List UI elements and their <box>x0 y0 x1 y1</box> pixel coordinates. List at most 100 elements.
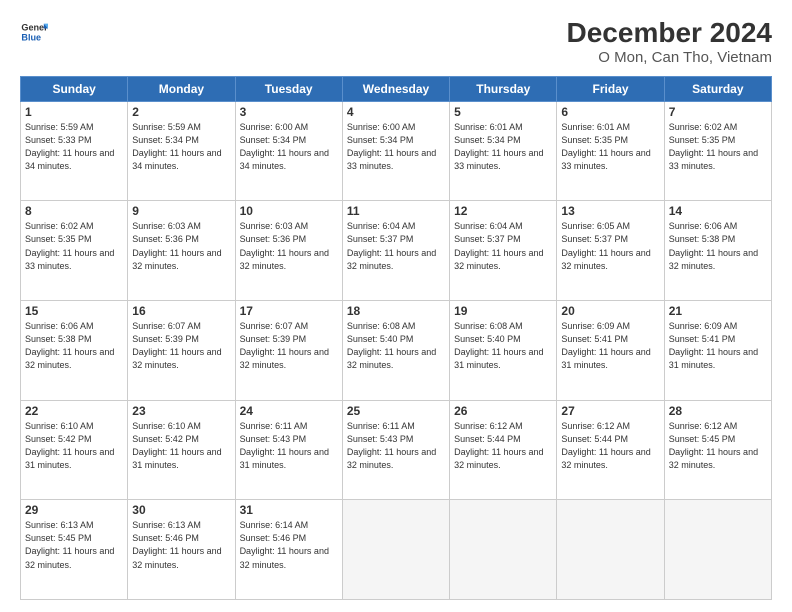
day-cell-30: 30 Sunrise: 6:13 AM Sunset: 5:46 PM Dayl… <box>128 500 235 600</box>
day-number: 8 <box>25 204 123 218</box>
day-cell-26: 26 Sunrise: 6:12 AM Sunset: 5:44 PM Dayl… <box>450 400 557 500</box>
day-cell-24: 24 Sunrise: 6:11 AM Sunset: 5:43 PM Dayl… <box>235 400 342 500</box>
day-info: Sunrise: 6:06 AM Sunset: 5:38 PM Dayligh… <box>669 220 767 272</box>
calendar-week-row: 8 Sunrise: 6:02 AM Sunset: 5:35 PM Dayli… <box>21 201 772 301</box>
day-number: 5 <box>454 105 552 119</box>
day-info: Sunrise: 6:11 AM Sunset: 5:43 PM Dayligh… <box>240 420 338 472</box>
day-cell-12: 12 Sunrise: 6:04 AM Sunset: 5:37 PM Dayl… <box>450 201 557 301</box>
calendar-title: December 2024 <box>567 18 772 49</box>
calendar-week-row: 1 Sunrise: 5:59 AM Sunset: 5:33 PM Dayli… <box>21 101 772 201</box>
day-number: 23 <box>132 404 230 418</box>
day-number: 25 <box>347 404 445 418</box>
logo-icon: General Blue <box>20 18 48 46</box>
day-info: Sunrise: 6:01 AM Sunset: 5:35 PM Dayligh… <box>561 121 659 173</box>
day-info: Sunrise: 6:00 AM Sunset: 5:34 PM Dayligh… <box>240 121 338 173</box>
day-cell-4: 4 Sunrise: 6:00 AM Sunset: 5:34 PM Dayli… <box>342 101 449 201</box>
page: General Blue December 2024 O Mon, Can Th… <box>0 0 792 612</box>
day-number: 22 <box>25 404 123 418</box>
day-number: 13 <box>561 204 659 218</box>
day-info: Sunrise: 6:02 AM Sunset: 5:35 PM Dayligh… <box>25 220 123 272</box>
day-info: Sunrise: 6:01 AM Sunset: 5:34 PM Dayligh… <box>454 121 552 173</box>
day-info: Sunrise: 5:59 AM Sunset: 5:33 PM Dayligh… <box>25 121 123 173</box>
day-number: 6 <box>561 105 659 119</box>
day-cell-21: 21 Sunrise: 6:09 AM Sunset: 5:41 PM Dayl… <box>664 301 771 401</box>
day-cell-2: 2 Sunrise: 5:59 AM Sunset: 5:34 PM Dayli… <box>128 101 235 201</box>
day-info: Sunrise: 6:03 AM Sunset: 5:36 PM Dayligh… <box>240 220 338 272</box>
day-cell-3: 3 Sunrise: 6:00 AM Sunset: 5:34 PM Dayli… <box>235 101 342 201</box>
calendar-week-row: 22 Sunrise: 6:10 AM Sunset: 5:42 PM Dayl… <box>21 400 772 500</box>
day-number: 17 <box>240 304 338 318</box>
day-cell-27: 27 Sunrise: 6:12 AM Sunset: 5:44 PM Dayl… <box>557 400 664 500</box>
day-info: Sunrise: 6:07 AM Sunset: 5:39 PM Dayligh… <box>240 320 338 372</box>
day-cell-22: 22 Sunrise: 6:10 AM Sunset: 5:42 PM Dayl… <box>21 400 128 500</box>
day-number: 21 <box>669 304 767 318</box>
day-info: Sunrise: 6:08 AM Sunset: 5:40 PM Dayligh… <box>347 320 445 372</box>
day-number: 1 <box>25 105 123 119</box>
day-cell-7: 7 Sunrise: 6:02 AM Sunset: 5:35 PM Dayli… <box>664 101 771 201</box>
day-number: 16 <box>132 304 230 318</box>
day-number: 4 <box>347 105 445 119</box>
header-friday: Friday <box>557 76 664 101</box>
day-info: Sunrise: 6:10 AM Sunset: 5:42 PM Dayligh… <box>132 420 230 472</box>
day-number: 2 <box>132 105 230 119</box>
day-number: 3 <box>240 105 338 119</box>
day-number: 31 <box>240 503 338 517</box>
day-number: 28 <box>669 404 767 418</box>
day-cell-10: 10 Sunrise: 6:03 AM Sunset: 5:36 PM Dayl… <box>235 201 342 301</box>
day-cell-17: 17 Sunrise: 6:07 AM Sunset: 5:39 PM Dayl… <box>235 301 342 401</box>
day-cell-31: 31 Sunrise: 6:14 AM Sunset: 5:46 PM Dayl… <box>235 500 342 600</box>
day-info: Sunrise: 6:09 AM Sunset: 5:41 PM Dayligh… <box>669 320 767 372</box>
calendar-table: Sunday Monday Tuesday Wednesday Thursday… <box>20 76 772 600</box>
day-info: Sunrise: 6:08 AM Sunset: 5:40 PM Dayligh… <box>454 320 552 372</box>
day-cell-15: 15 Sunrise: 6:06 AM Sunset: 5:38 PM Dayl… <box>21 301 128 401</box>
day-cell-20: 20 Sunrise: 6:09 AM Sunset: 5:41 PM Dayl… <box>557 301 664 401</box>
header-saturday: Saturday <box>664 76 771 101</box>
day-number: 18 <box>347 304 445 318</box>
day-number: 24 <box>240 404 338 418</box>
day-info: Sunrise: 6:12 AM Sunset: 5:44 PM Dayligh… <box>561 420 659 472</box>
day-number: 19 <box>454 304 552 318</box>
calendar-subtitle: O Mon, Can Tho, Vietnam <box>567 49 772 66</box>
day-cell-19: 19 Sunrise: 6:08 AM Sunset: 5:40 PM Dayl… <box>450 301 557 401</box>
logo: General Blue <box>20 18 51 46</box>
day-info: Sunrise: 5:59 AM Sunset: 5:34 PM Dayligh… <box>132 121 230 173</box>
day-number: 10 <box>240 204 338 218</box>
title-block: December 2024 O Mon, Can Tho, Vietnam <box>567 18 772 66</box>
day-info: Sunrise: 6:06 AM Sunset: 5:38 PM Dayligh… <box>25 320 123 372</box>
header-wednesday: Wednesday <box>342 76 449 101</box>
day-cell-23: 23 Sunrise: 6:10 AM Sunset: 5:42 PM Dayl… <box>128 400 235 500</box>
day-number: 20 <box>561 304 659 318</box>
day-cell-8: 8 Sunrise: 6:02 AM Sunset: 5:35 PM Dayli… <box>21 201 128 301</box>
empty-cell <box>342 500 449 600</box>
day-cell-13: 13 Sunrise: 6:05 AM Sunset: 5:37 PM Dayl… <box>557 201 664 301</box>
day-cell-25: 25 Sunrise: 6:11 AM Sunset: 5:43 PM Dayl… <box>342 400 449 500</box>
day-cell-1: 1 Sunrise: 5:59 AM Sunset: 5:33 PM Dayli… <box>21 101 128 201</box>
day-info: Sunrise: 6:09 AM Sunset: 5:41 PM Dayligh… <box>561 320 659 372</box>
day-info: Sunrise: 6:07 AM Sunset: 5:39 PM Dayligh… <box>132 320 230 372</box>
header: General Blue December 2024 O Mon, Can Th… <box>20 18 772 66</box>
day-info: Sunrise: 6:03 AM Sunset: 5:36 PM Dayligh… <box>132 220 230 272</box>
day-info: Sunrise: 6:12 AM Sunset: 5:45 PM Dayligh… <box>669 420 767 472</box>
empty-cell <box>557 500 664 600</box>
day-info: Sunrise: 6:02 AM Sunset: 5:35 PM Dayligh… <box>669 121 767 173</box>
header-thursday: Thursday <box>450 76 557 101</box>
day-cell-18: 18 Sunrise: 6:08 AM Sunset: 5:40 PM Dayl… <box>342 301 449 401</box>
day-info: Sunrise: 6:13 AM Sunset: 5:45 PM Dayligh… <box>25 519 123 571</box>
day-number: 15 <box>25 304 123 318</box>
calendar-week-row: 29 Sunrise: 6:13 AM Sunset: 5:45 PM Dayl… <box>21 500 772 600</box>
day-info: Sunrise: 6:14 AM Sunset: 5:46 PM Dayligh… <box>240 519 338 571</box>
day-number: 11 <box>347 204 445 218</box>
day-info: Sunrise: 6:10 AM Sunset: 5:42 PM Dayligh… <box>25 420 123 472</box>
day-info: Sunrise: 6:11 AM Sunset: 5:43 PM Dayligh… <box>347 420 445 472</box>
day-info: Sunrise: 6:00 AM Sunset: 5:34 PM Dayligh… <box>347 121 445 173</box>
day-info: Sunrise: 6:12 AM Sunset: 5:44 PM Dayligh… <box>454 420 552 472</box>
header-sunday: Sunday <box>21 76 128 101</box>
svg-text:Blue: Blue <box>21 32 41 42</box>
day-info: Sunrise: 6:04 AM Sunset: 5:37 PM Dayligh… <box>347 220 445 272</box>
day-number: 27 <box>561 404 659 418</box>
day-number: 9 <box>132 204 230 218</box>
empty-cell <box>450 500 557 600</box>
calendar-week-row: 15 Sunrise: 6:06 AM Sunset: 5:38 PM Dayl… <box>21 301 772 401</box>
header-monday: Monday <box>128 76 235 101</box>
day-cell-16: 16 Sunrise: 6:07 AM Sunset: 5:39 PM Dayl… <box>128 301 235 401</box>
